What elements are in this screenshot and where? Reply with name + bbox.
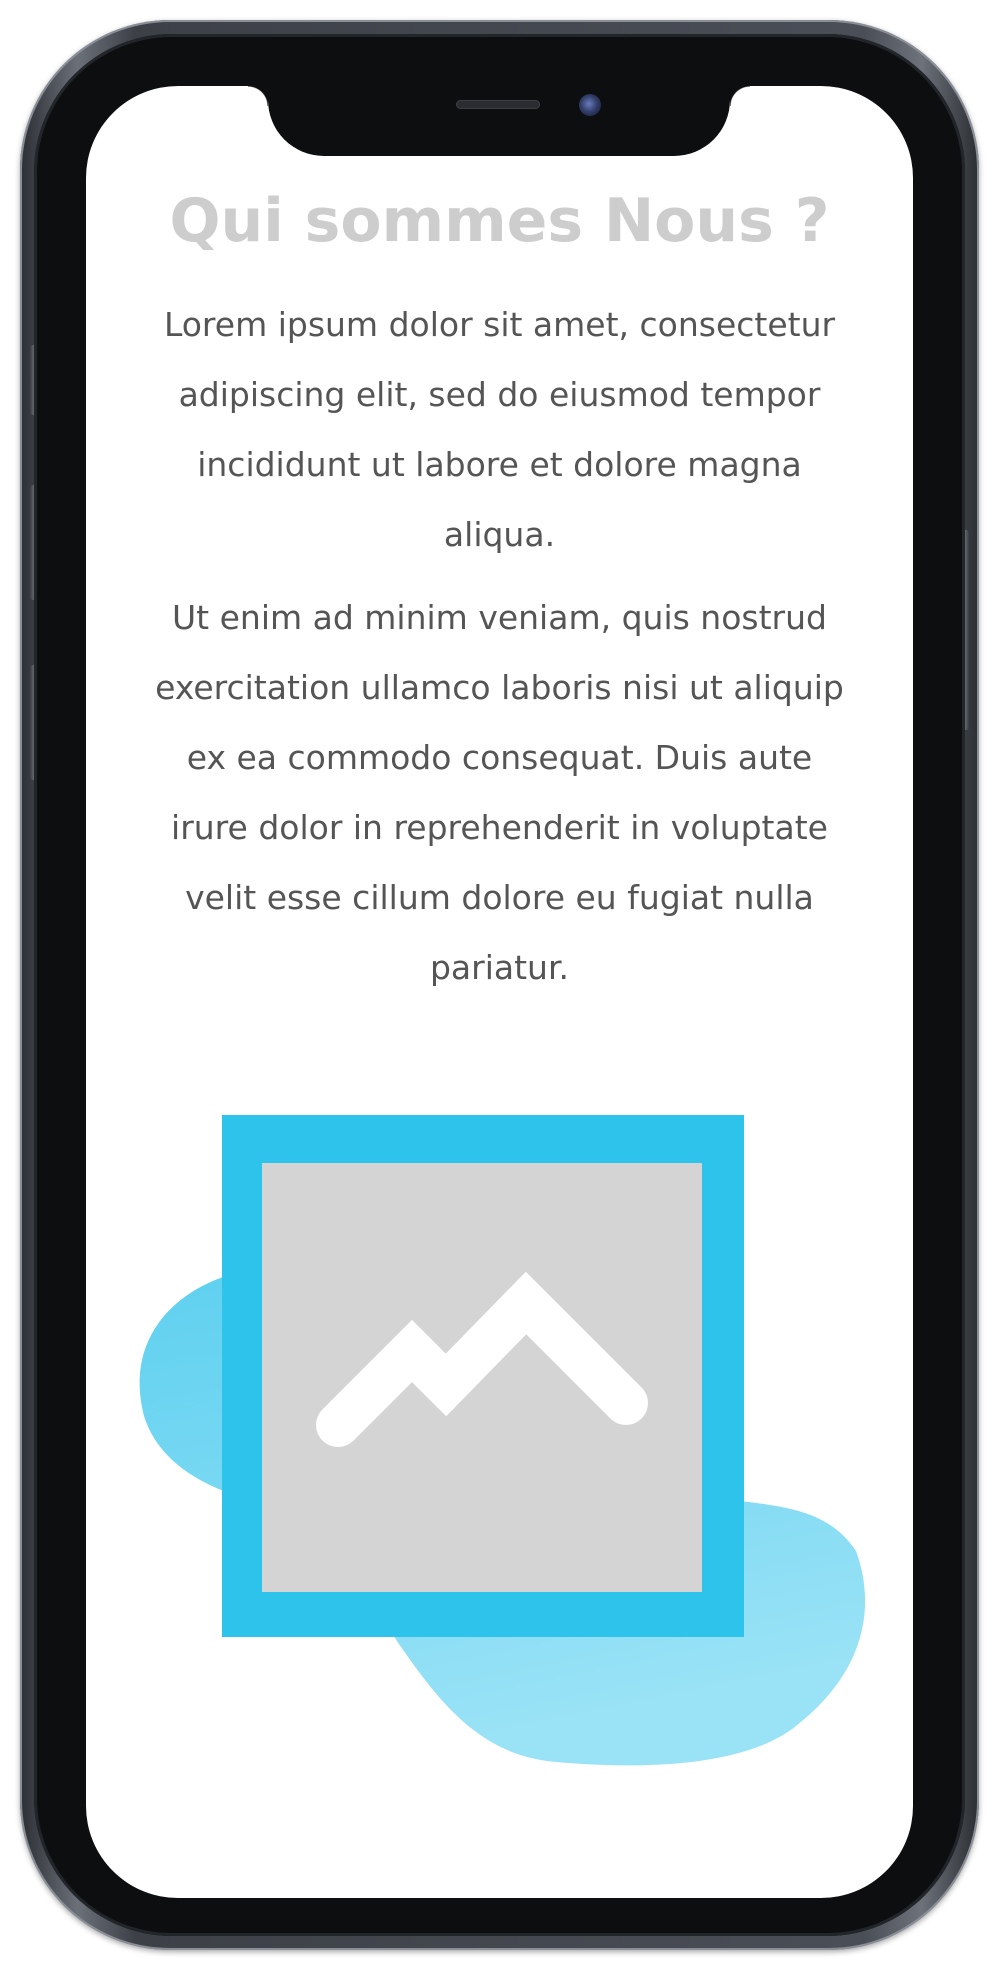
page-title: Qui sommes Nous ? [169,186,830,256]
image-placeholder [222,1115,744,1637]
intro-paragraph: Lorem ipsum dolor sit amet, consectetur … [163,305,836,554]
mountain-image-icon [316,1271,648,1447]
notch [248,86,750,156]
front-camera-icon [579,94,601,116]
details-paragraph: Ut enim ad minim veniam, quis nostrud ex… [155,598,844,987]
phone-screen: Qui sommes Nous ? Lorem ipsum dolor sit … [86,86,913,1898]
image-placeholder-inner [262,1163,702,1592]
earpiece-speaker-icon [456,100,540,109]
hero-illustration [86,1086,913,1786]
